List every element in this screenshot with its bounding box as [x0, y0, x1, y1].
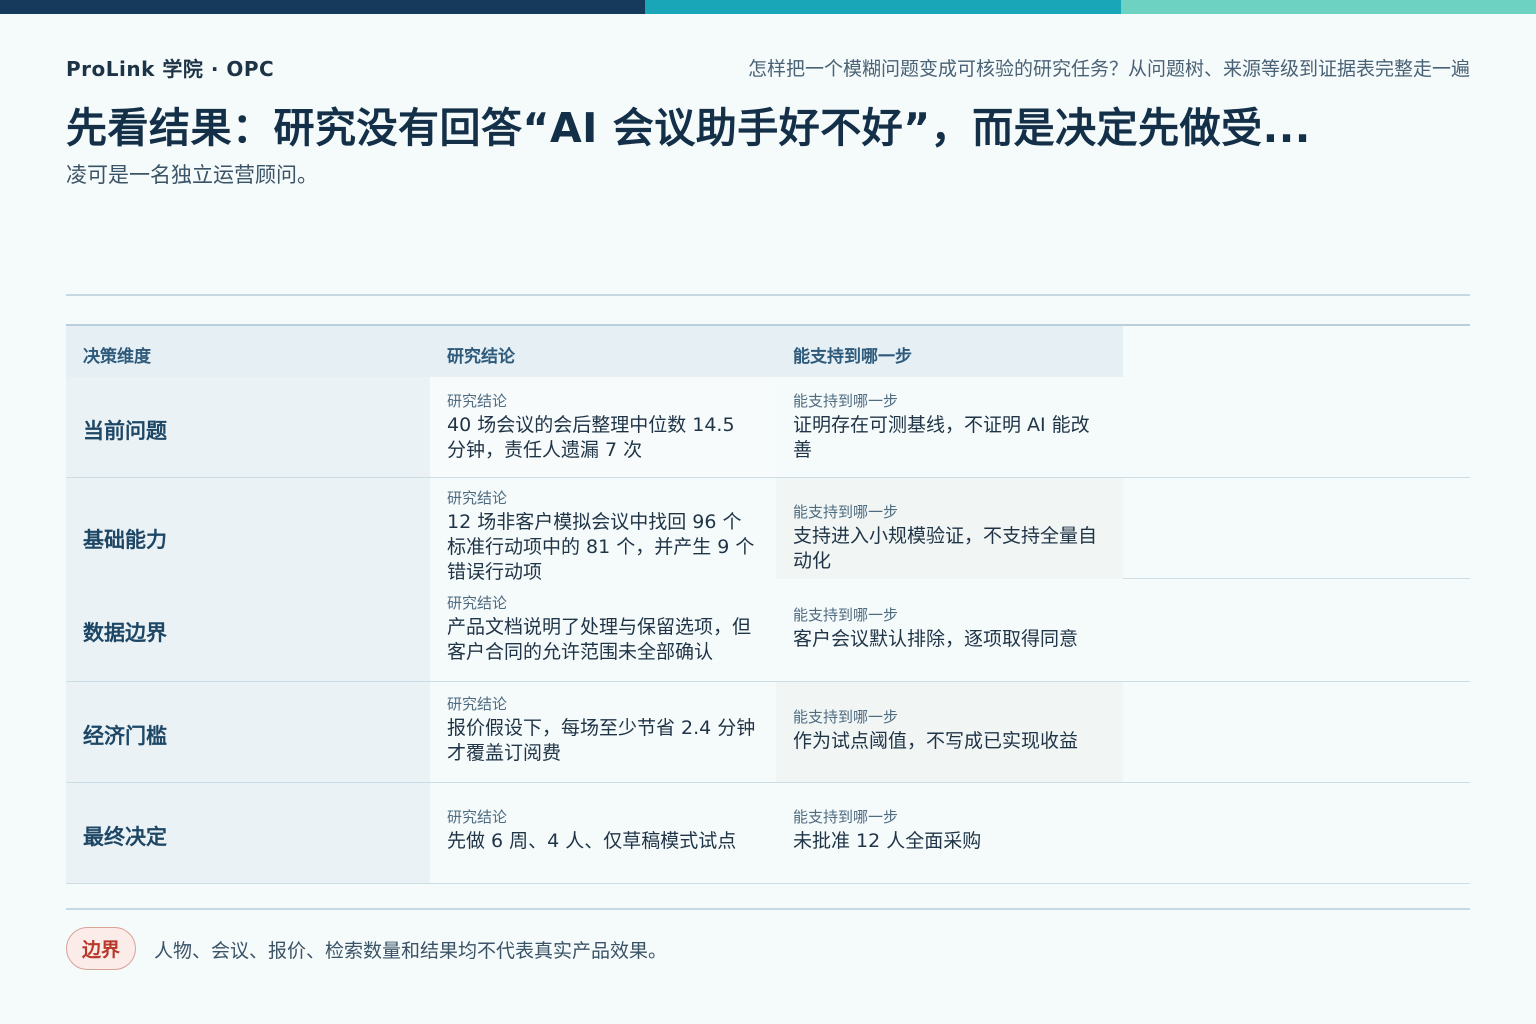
finding-label: 研究结论: [447, 808, 508, 826]
finding-text: 40 场会议的会后整理中位数 14.5 分钟，责任人遗漏 7 次: [447, 414, 735, 461]
divider-bottom: [66, 908, 1470, 910]
table-row: 最终决定 研究结论 先做 6 周、4 人、仅草稿模式试点 能支持到哪一步 未批准…: [66, 783, 1470, 884]
column-header-dimension: 决策维度: [83, 347, 151, 367]
page-title: 先看结果：研究没有回答“AI 会议助手好不好”，而是决定先做受...: [66, 104, 1311, 152]
row-dimension: 最终决定: [83, 825, 167, 849]
support-text: 证明存在可测基线，不证明 AI 能改善: [793, 414, 1090, 461]
support-label: 能支持到哪一步: [793, 392, 899, 410]
row-dimension: 当前问题: [83, 419, 167, 443]
support-label: 能支持到哪一步: [793, 606, 899, 624]
accent-segment-teal: [645, 0, 1121, 14]
accent-segment-navy: [0, 0, 645, 14]
support-text: 客户会议默认排除，逐项取得同意: [793, 628, 1079, 650]
support-label: 能支持到哪一步: [793, 808, 899, 826]
table-row: 基础能力 研究结论 12 场非客户模拟会议中找回 96 个标准行动项中的 81 …: [66, 478, 1470, 583]
support-text: 支持进入小规模验证，不支持全量自动化: [793, 525, 1098, 572]
finding-label: 研究结论: [447, 695, 508, 713]
accent-segment-mint: [1121, 0, 1536, 14]
finding-text: 12 场非客户模拟会议中找回 96 个标准行动项中的 81 个，并产生 9 个错…: [447, 511, 755, 583]
support-label: 能支持到哪一步: [793, 708, 899, 726]
column-header-support: 能支持到哪一步: [793, 347, 912, 367]
boundary-note: 人物、会议、报价、检索数量和结果均不代表真实产品效果。: [154, 940, 668, 962]
table-header-line: [66, 324, 1470, 326]
table-row: 当前问题 研究结论 40 场会议的会后整理中位数 14.5 分钟，责任人遗漏 7…: [66, 377, 1470, 478]
row-dimension: 经济门槛: [83, 724, 167, 748]
decision-table: 决策维度 研究结论 能支持到哪一步 当前问题 研究结论 40 场会议的会后整理中…: [66, 324, 1470, 884]
row-dimension: 基础能力: [83, 528, 167, 552]
support-text: 作为试点阈值，不写成已实现收益: [793, 730, 1079, 752]
finding-text: 产品文档说明了处理与保留选项，但客户合同的允许范围未全部确认: [447, 616, 752, 663]
row-divider: [66, 883, 1470, 884]
series-subtitle: 怎样把一个模糊问题变成可核验的研究任务？从问题树、来源等级到证据表完整走一遍: [747, 58, 1470, 80]
row-dimension: 数据边界: [83, 621, 167, 645]
finding-label: 研究结论: [447, 489, 508, 507]
support-label: 能支持到哪一步: [793, 503, 899, 521]
finding-label: 研究结论: [447, 594, 508, 612]
support-text: 未批准 12 人全面采购: [793, 830, 982, 852]
table-row: 经济门槛 研究结论 报价假设下，每场至少节省 2.4 分钟才覆盖订阅费 能支持到…: [66, 682, 1470, 783]
finding-label: 研究结论: [447, 392, 508, 410]
finding-text: 报价假设下，每场至少节省 2.4 分钟才覆盖订阅费: [447, 717, 756, 764]
boundary-badge: 边界: [66, 927, 136, 970]
finding-text: 先做 6 周、4 人、仅草稿模式试点: [447, 830, 737, 852]
column-header-finding: 研究结论: [447, 347, 515, 367]
brand-label: ProLink 学院 · OPC: [66, 57, 275, 81]
top-accent-bar: [0, 0, 1536, 14]
table-row: 数据边界 研究结论 产品文档说明了处理与保留选项，但客户合同的允许范围未全部确认…: [66, 579, 1470, 682]
table-header-row: 决策维度 研究结论 能支持到哪一步: [66, 324, 1123, 377]
divider-top: [66, 294, 1470, 296]
lead-text: 凌可是一名独立运营顾问。: [66, 163, 318, 187]
